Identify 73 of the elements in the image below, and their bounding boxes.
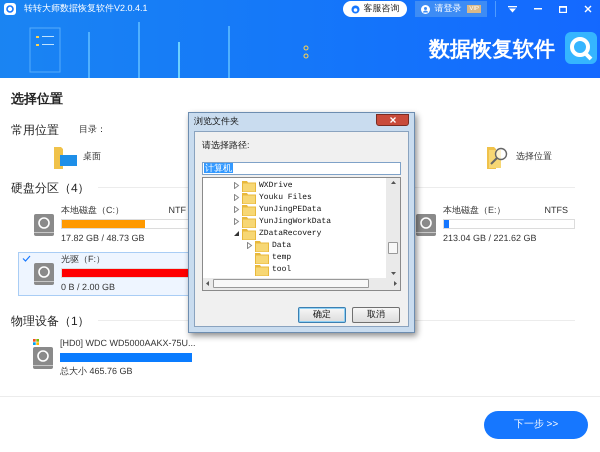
horizontal-scrollbar[interactable] [203, 278, 400, 290]
collapsed-arrow-icon[interactable] [233, 206, 240, 213]
scroll-left-icon[interactable] [206, 281, 209, 286]
location-label[interactable]: 选择位置 [516, 150, 552, 164]
scroll-thumb[interactable] [213, 279, 369, 288]
dialog-title: 浏览文件夹 [194, 115, 239, 128]
folder-icon [255, 240, 269, 252]
close-icon [390, 117, 396, 123]
scroll-down-icon[interactable] [390, 272, 396, 274]
windows-logo-icon [33, 338, 39, 344]
partition-card[interactable]: 本地磁盘（C:） NTF 17.82 GB / 48.73 GB [18, 202, 200, 246]
folder-icon [255, 264, 269, 276]
directory-label: 目录： [79, 122, 106, 136]
scroll-up-icon[interactable] [390, 180, 396, 184]
folder-icon [242, 180, 256, 192]
location-label[interactable]: 桌面 [83, 150, 101, 164]
hard-drive-icon [34, 262, 54, 284]
file-system: NTF [168, 204, 186, 216]
folder-name[interactable]: Data [272, 240, 292, 252]
folder-icon [242, 228, 256, 240]
drive-name: 本地磁盘（E:） [443, 204, 506, 216]
usage-text: 213.04 GB / 221.62 GB [443, 232, 538, 245]
device-size: 总大小 465.76 GB [60, 364, 134, 378]
close-icon[interactable] [584, 5, 592, 13]
dialog-button[interactable]: 确定 [298, 306, 346, 322]
window-title: 转转大师数据恢复软件V2.0.4.1 [24, 2, 148, 16]
expanded-arrow-icon[interactable] [233, 230, 240, 237]
section-heading: 硬盘分区（4） [11, 180, 90, 196]
support-button[interactable]: 客服咨询 [343, 1, 408, 17]
drive-name: 光驱（F:） [61, 252, 105, 266]
path-value: 计算机 [204, 163, 233, 173]
collapsed-arrow-icon[interactable] [233, 218, 240, 225]
folder-icon [242, 192, 256, 204]
page-title: 选择位置 [11, 90, 64, 108]
folder-name[interactable]: YunJingPEData [259, 204, 322, 216]
folder-icon [242, 204, 256, 216]
folder-name[interactable]: ZDataRecovery [259, 228, 322, 240]
collapsed-arrow-icon[interactable] [246, 242, 253, 249]
path-prompt: 请选择路径: [202, 139, 251, 152]
minimize-icon[interactable] [534, 8, 542, 10]
dropdown-menu-icon[interactable] [508, 6, 517, 12]
usage-text: 0 B / 2.00 GB [61, 280, 116, 294]
hard-drive-icon [416, 214, 436, 236]
app-logo-icon [4, 3, 16, 15]
user-icon [421, 4, 430, 14]
banner-title: 数据恢复软件 [429, 37, 555, 64]
next-button[interactable]: 下一步 >> [484, 410, 588, 438]
vertical-scrollbar[interactable] [386, 178, 400, 278]
device-card[interactable]: [HD0] WDC WD5000AAKX-75U... 总大小 465.76 GB [33, 338, 600, 378]
folder-name[interactable]: WXDrive [259, 180, 293, 192]
drive-name: 本地磁盘（C:） [61, 204, 124, 216]
scroll-right-icon[interactable] [394, 281, 397, 286]
usage-text: 17.82 GB / 48.73 GB [61, 232, 146, 245]
collapsed-arrow-icon[interactable] [233, 182, 240, 189]
hard-drive-icon [34, 214, 54, 236]
section-heading: 常用位置 [11, 122, 59, 138]
dialog-button[interactable]: 取消 [352, 306, 400, 322]
folder-name[interactable]: temp [272, 252, 292, 264]
folder-name[interactable]: Youku Files [259, 192, 312, 204]
folder-name[interactable]: tool [272, 264, 292, 276]
folder-icon [242, 216, 256, 228]
product-logo-icon [565, 32, 597, 64]
partition-card[interactable]: 本地磁盘（E:） NTFS 213.04 GB / 221.62 GB [400, 202, 582, 246]
hard-drive-icon [33, 346, 53, 368]
section-heading: 物理设备（1） [11, 312, 90, 330]
file-system: NTFS [544, 204, 568, 216]
check-icon [22, 254, 31, 262]
scroll-thumb[interactable] [388, 242, 398, 254]
maximize-icon[interactable] [559, 6, 567, 12]
close-button[interactable] [376, 114, 409, 126]
collapsed-arrow-icon[interactable] [233, 194, 240, 201]
folder-icon [255, 252, 269, 264]
folder-name[interactable]: YunJingWorkData [259, 216, 332, 228]
